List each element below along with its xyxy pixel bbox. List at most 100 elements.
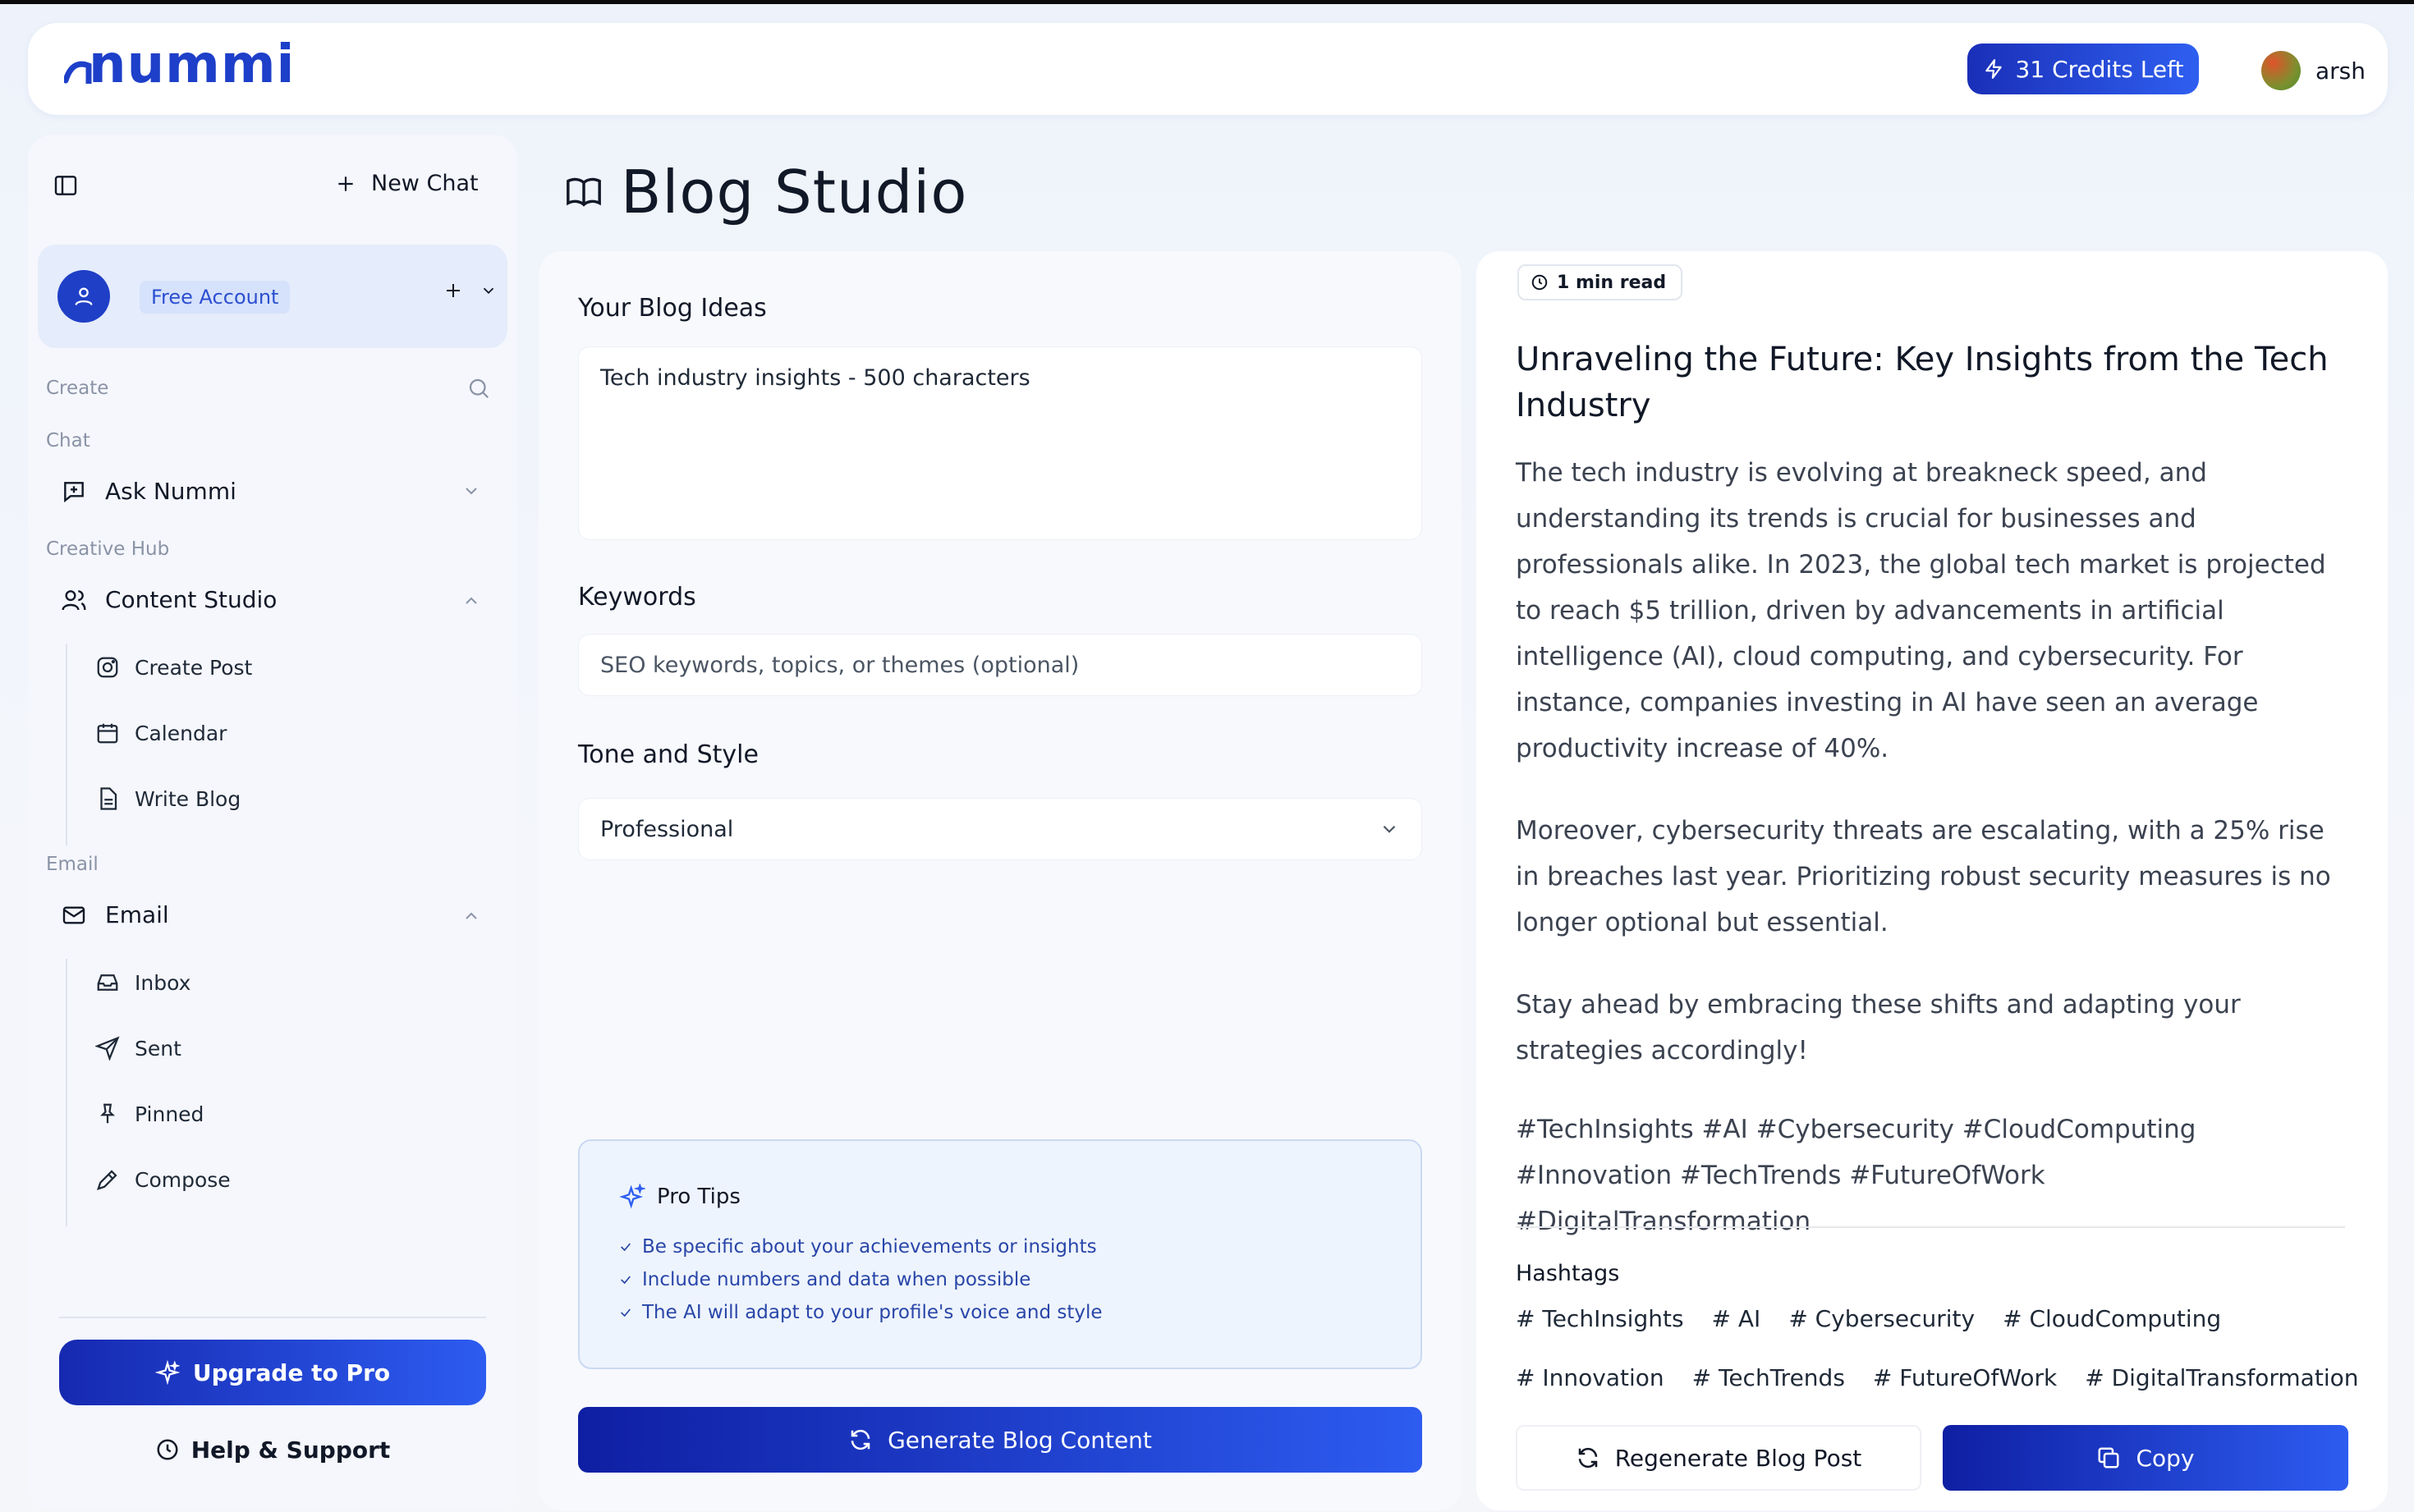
hashtag-chip[interactable]: # TechTrends [1692,1364,1845,1391]
calendar-icon [97,723,118,744]
sidebar-toggle-button[interactable] [53,172,79,199]
blog-ideas-textarea[interactable]: Tech industry insights - 500 characters [578,346,1422,540]
page-title: Blog Studio [565,158,967,227]
plus-icon [338,176,353,191]
new-chat-button[interactable]: New Chat [335,171,479,196]
keywords-label: Keywords [578,583,696,612]
logo-text: nummi [89,34,296,95]
compose-label: Compose [135,1167,231,1192]
users-icon [62,589,86,610]
sidebar-item-content-studio[interactable]: Content Studio [61,586,277,613]
check-icon [621,1308,631,1317]
chevron-down-icon [1383,825,1396,833]
section-create: Create [46,378,109,399]
blog-form-panel: Your Blog Ideas Tech industry insights -… [539,251,1462,1510]
book-open-icon [567,177,601,207]
hashtag-chip[interactable]: # FutureOfWork [1873,1364,2057,1391]
hashtag-chip[interactable]: # DigitalTransformation [2085,1364,2358,1391]
user-name: arsh [2315,57,2366,85]
pro-tips-title: Pro Tips [619,1184,741,1210]
sidebar-item-pinned[interactable]: Pinned [95,1102,204,1126]
instagram-icon [97,657,118,678]
content-studio-chevron-up-icon[interactable] [461,591,481,611]
pro-tip-item: Include numbers and data when possible [619,1269,1030,1290]
keywords-input[interactable]: SEO keywords, topics, or themes (optiona… [578,634,1422,696]
calendar-label: Calendar [135,721,227,745]
credits-button[interactable]: 31 Credits Left [1967,44,2199,94]
generate-blog-button[interactable]: Generate Blog Content [578,1407,1422,1473]
chat-plus-icon [64,481,84,502]
add-account-icon[interactable] [443,281,463,300]
create-post-label: Create Post [135,655,253,680]
pro-tip-text: Be specific about your achievements or i… [642,1236,1097,1258]
email-chevron-up-icon[interactable] [461,906,481,926]
sidebar-divider [59,1317,486,1318]
copy-button[interactable]: Copy [1943,1425,2348,1491]
user-avatar [2261,51,2301,90]
new-chat-label: New Chat [371,171,479,196]
content-studio-tree-line [66,644,67,845]
sidebar-item-ask-nummi[interactable]: Ask Nummi [61,478,236,505]
email-label: Email [105,901,169,928]
sparkles-icon [154,1360,180,1385]
clock-icon [1531,274,1548,291]
account-avatar [57,270,110,323]
help-support-button[interactable]: Help & Support [59,1427,486,1473]
read-time-text: 1 min read [1557,272,1667,293]
pro-tip-item: The AI will adapt to your profile's voic… [619,1302,1103,1323]
sidebar-item-create-post[interactable]: Create Post [95,655,252,680]
section-chat: Chat [46,430,90,451]
pro-tip-item: Be specific about your achievements or i… [619,1236,1097,1258]
sparkles-icon [619,1184,645,1209]
ask-nummi-label: Ask Nummi [105,478,236,505]
window-top-border [0,0,2414,4]
hashtag-chip[interactable]: # AI [1712,1305,1761,1332]
check-icon [621,1276,631,1285]
read-time-badge: 1 min read [1517,264,1683,300]
blog-paragraph: Stay ahead by embracing these shifts and… [1516,990,2241,1065]
ideas-label: Your Blog Ideas [578,294,767,323]
hashtag-chip[interactable]: # TechInsights [1516,1305,1684,1332]
upgrade-label: Upgrade to Pro [192,1359,391,1386]
ask-nummi-chevron-down-icon[interactable] [461,481,481,501]
tone-selected-value: Professional [600,816,734,842]
blog-paragraph: Moreover, cybersecurity threats are esca… [1516,816,2331,937]
sidebar-item-write-blog[interactable]: Write Blog [95,786,241,811]
hashtag-chip[interactable]: # Innovation [1516,1364,1664,1391]
help-label: Help & Support [190,1436,391,1464]
check-icon [621,1243,631,1252]
sidebar-search-button[interactable] [466,376,491,401]
user-icon [75,287,93,305]
page-title-text: Blog Studio [621,158,968,227]
generate-label: Generate Blog Content [888,1426,1152,1454]
chevron-down-icon[interactable] [480,282,498,300]
sidebar-item-email[interactable]: Email [61,901,169,928]
sidebar-item-inbox[interactable]: Inbox [95,970,190,995]
account-plan-badge: Free Account [140,281,291,314]
blog-output-panel: 1 min read Unraveling the Future: Key In… [1476,251,2388,1510]
account-card[interactable]: Free Account [38,245,507,348]
inbox-icon [97,974,118,991]
pen-icon [96,1170,117,1191]
logo[interactable]: nummi [64,34,295,100]
search-icon [469,378,489,399]
upgrade-to-pro-button[interactable]: Upgrade to Pro [59,1340,486,1405]
pro-tip-text: The AI will adapt to your profile's voic… [642,1302,1103,1323]
regenerate-blog-button[interactable]: Regenerate Blog Post [1516,1425,1921,1491]
hashtag-chip[interactable]: # Cybersecurity [1788,1305,1975,1332]
sidebar-item-sent[interactable]: Sent [95,1036,181,1061]
refresh-icon [851,1429,870,1450]
user-menu[interactable]: arsh [2261,51,2366,90]
write-blog-label: Write Blog [135,786,241,811]
hashtags-label: Hashtags [1516,1261,1620,1286]
hashtag-row: # TechInsights # AI # Cybersecurity # Cl… [1516,1305,2221,1332]
sidebar-item-compose[interactable]: Compose [95,1167,231,1192]
pinned-label: Pinned [135,1102,204,1126]
hashtag-chip[interactable]: # CloudComputing [2003,1305,2221,1332]
section-creative-hub: Creative Hub [46,538,170,560]
tone-select[interactable]: Professional [578,798,1422,860]
output-divider [1516,1226,2345,1228]
mail-icon [62,905,85,924]
regenerate-label: Regenerate Blog Post [1614,1444,1862,1472]
sidebar-item-calendar[interactable]: Calendar [95,721,227,745]
